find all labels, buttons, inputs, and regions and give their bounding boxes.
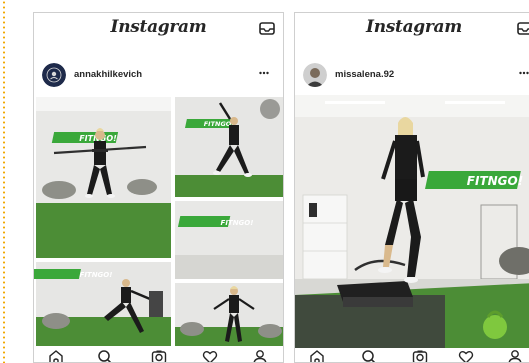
bottom-nav-bar <box>295 348 529 363</box>
svg-text:FITNGO!: FITNGO! <box>467 174 523 188</box>
phone-screen-left: Instagram annakhilkevich FITNGO! FITNGO!… <box>33 12 284 363</box>
post-image-collage[interactable]: FITNGO! FITNGO! FITNGO! <box>34 95 283 348</box>
camera-icon[interactable] <box>151 349 167 363</box>
post-header: annakhilkevich <box>34 61 283 91</box>
svg-text:FITNGO!: FITNGO! <box>221 219 254 227</box>
collage-photo-1: FITNGO! <box>36 97 171 258</box>
ig-header: Instagram <box>295 13 529 45</box>
heart-icon[interactable] <box>202 349 218 363</box>
dotted-edge-decoration <box>2 0 6 363</box>
camera-icon[interactable] <box>412 349 428 363</box>
profile-icon[interactable] <box>507 349 523 363</box>
post-header: missalena.92 <box>295 61 529 91</box>
inbox-icon[interactable] <box>259 22 275 35</box>
bottom-nav-bar <box>34 348 283 363</box>
avatar[interactable] <box>303 63 327 87</box>
phone-screen-right: Instagram missalena.92 FITNGO! <box>294 12 529 363</box>
post-username[interactable]: missalena.92 <box>335 69 394 80</box>
collage-photo-3: FITNGO! <box>175 201 283 279</box>
svg-text:FITNGO!: FITNGO! <box>80 271 113 279</box>
ig-header: Instagram <box>34 13 283 45</box>
instagram-logo[interactable]: Instagram <box>34 17 283 37</box>
avatar[interactable] <box>42 63 66 87</box>
collage-photo-2: FITNGO! <box>175 97 283 197</box>
more-options-icon[interactable] <box>259 71 269 75</box>
collage-photo-4: FITNGO! <box>34 262 171 346</box>
home-icon[interactable] <box>48 349 64 363</box>
instagram-logo[interactable]: Instagram <box>295 17 529 37</box>
collage-photo-5 <box>175 283 283 346</box>
inbox-icon[interactable] <box>517 22 529 35</box>
home-icon[interactable] <box>309 349 325 363</box>
search-icon[interactable] <box>97 349 113 363</box>
search-icon[interactable] <box>361 349 377 363</box>
profile-icon[interactable] <box>252 349 268 363</box>
post-username[interactable]: annakhilkevich <box>74 69 142 80</box>
more-options-icon[interactable] <box>519 71 529 75</box>
post-image[interactable]: FITNGO! <box>295 95 529 348</box>
heart-icon[interactable] <box>458 349 474 363</box>
